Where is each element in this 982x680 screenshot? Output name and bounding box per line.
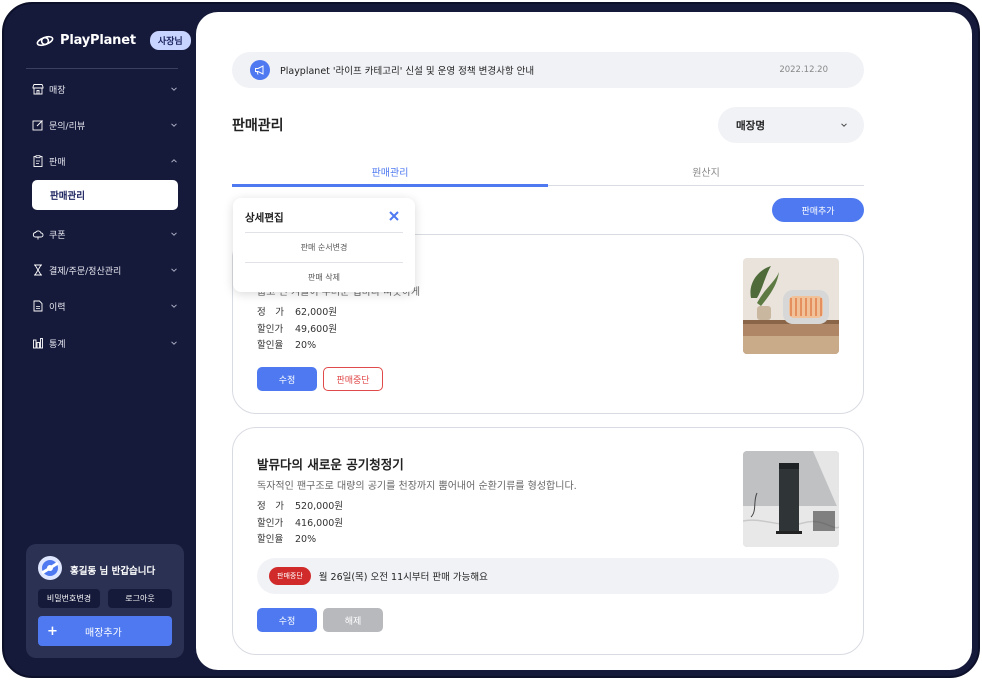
chevron-down-icon xyxy=(171,341,177,345)
chevron-down-icon xyxy=(841,123,847,127)
release-button[interactable]: 해제 xyxy=(323,608,383,632)
brand[interactable]: PlayPlanet 사장님 xyxy=(36,31,191,50)
product-card: 발뮤다의 새로운 공기청정기 독자적인 팬구조로 대량의 공기를 천장까지 뿜어… xyxy=(232,427,864,655)
edit-button[interactable]: 수정 xyxy=(257,367,317,391)
price-value: 416,000원 xyxy=(295,517,344,529)
chevron-up-icon xyxy=(171,159,177,163)
price-value: 62,000원 xyxy=(295,307,337,318)
bar-chart-icon xyxy=(33,338,43,349)
price-row: 할인가 49,600원 xyxy=(257,322,337,339)
chevron-down-icon xyxy=(171,87,177,91)
price-label: 정 가 xyxy=(257,307,284,318)
price-label: 할인율 xyxy=(257,340,284,351)
document-icon xyxy=(33,300,43,312)
sidebar-item-store[interactable]: 매장 xyxy=(32,80,178,98)
sidebar-item-sales[interactable]: 판매 xyxy=(32,152,178,170)
megaphone-icon xyxy=(250,60,270,80)
product-description: 독자적인 팬구조로 대량의 공기를 천장까지 뿜어내어 순환기류를 형성합니다. xyxy=(257,481,577,492)
price-value: 49,600원 xyxy=(295,323,337,335)
price-value: 20% xyxy=(295,340,317,351)
brand-name: PlayPlanet xyxy=(60,33,136,48)
sidebar-item-inquiry-review[interactable]: 문의/리뷰 xyxy=(32,116,178,134)
divider xyxy=(245,232,403,233)
avatar xyxy=(38,556,62,580)
change-password-button[interactable]: 비밀번호변경 xyxy=(38,589,100,608)
store-icon xyxy=(32,84,44,95)
price-label: 할인가 xyxy=(257,323,284,335)
user-card: 홍길동 님 반갑습니다 비밀번호변경 로그아웃 + 매장추가 xyxy=(26,544,184,658)
price-value: 20% xyxy=(295,534,317,545)
planet-logo-icon xyxy=(36,35,54,46)
tab-sales-management[interactable]: 판매관리 xyxy=(232,156,548,187)
edit-icon xyxy=(32,120,43,131)
divider xyxy=(26,68,178,69)
page-title: 판매관리 xyxy=(232,118,284,134)
main-content: Playplanet '라이프 카테고리' 신설 및 운영 정책 변경사항 안내… xyxy=(196,12,972,670)
sidebar-item-label: 통계 xyxy=(49,339,66,350)
notice-date: 2022.12.20 xyxy=(779,65,828,75)
edit-button[interactable]: 수정 xyxy=(257,608,317,632)
price-list: 정 가 62,000원 할인가 49,600원 할인율 20% xyxy=(257,305,337,355)
close-icon[interactable] xyxy=(388,210,400,222)
sale-stopped-banner: 판매중단 월 26일(목) 오전 11시부터 판매 가능해요 xyxy=(257,558,839,594)
app-frame: PlayPlanet 사장님 매장 문의/리뷰 판매 판매관리 쿠폰 결제/주문… xyxy=(2,2,980,678)
tab-origin[interactable]: 원산지 xyxy=(548,156,864,186)
price-row: 할인가 416,000원 xyxy=(257,516,343,533)
price-row: 할인율 20% xyxy=(257,532,343,549)
popup-title: 상세편집 xyxy=(245,212,284,224)
divider xyxy=(245,262,403,263)
sidebar-item-label: 이력 xyxy=(49,302,66,313)
store-select[interactable]: 매장명 xyxy=(718,107,864,143)
stop-sale-button[interactable]: 판매중단 xyxy=(323,367,383,391)
detail-edit-popup: 상세편집 판매 순서변경 판매 삭제 xyxy=(233,198,415,292)
sidebar-item-label: 결제/주문/정산관리 xyxy=(49,266,122,277)
chevron-down-icon xyxy=(171,232,177,236)
sidebar-item-label: 판매 xyxy=(49,157,66,168)
user-greeting: 홍길동 님 반갑습니다 xyxy=(70,566,156,577)
product-title: 발뮤다의 새로운 공기청정기 xyxy=(257,457,404,472)
sidebar-item-label: 쿠폰 xyxy=(49,230,66,241)
sidebar-item-statistics[interactable]: 통계 xyxy=(32,334,178,352)
price-label: 정 가 xyxy=(257,501,284,512)
product-image-heater xyxy=(743,258,839,354)
price-label: 할인율 xyxy=(257,534,284,545)
add-store-button[interactable]: + 매장추가 xyxy=(38,616,172,646)
chevron-down-icon xyxy=(171,268,177,272)
sale-resume-text: 월 26일(목) 오전 11시부터 판매 가능해요 xyxy=(318,572,488,583)
store-select-label: 매장명 xyxy=(736,119,765,132)
add-sale-button[interactable]: 판매추가 xyxy=(772,198,864,222)
tab-bar: 판매관리 원산지 xyxy=(232,156,864,187)
sidebar-subitem-sales-management[interactable]: 판매관리 xyxy=(32,180,178,210)
sidebar-item-label: 문의/리뷰 xyxy=(49,121,86,132)
notice-bar[interactable]: Playplanet '라이프 카테고리' 신설 및 운영 정책 변경사항 안내… xyxy=(232,52,864,88)
price-value: 520,000원 xyxy=(295,501,344,512)
price-list: 정 가 520,000원 할인가 416,000원 할인율 20% xyxy=(257,499,343,549)
sidebar-item-label: 매장 xyxy=(49,85,66,96)
sidebar-item-history[interactable]: 이력 xyxy=(32,297,178,315)
chevron-down-icon xyxy=(171,304,177,308)
sidebar-item-payment-order-settlement[interactable]: 결제/주문/정산관리 xyxy=(32,261,178,279)
reorder-sales-option[interactable]: 판매 순서변경 xyxy=(245,234,403,260)
clipboard-icon xyxy=(33,155,43,167)
role-badge: 사장님 xyxy=(149,31,191,50)
product-image-air-purifier xyxy=(743,451,839,547)
price-label: 할인가 xyxy=(257,517,284,529)
sidebar-item-coupon[interactable]: 쿠폰 xyxy=(32,225,178,243)
logout-button[interactable]: 로그아웃 xyxy=(108,589,172,608)
plus-icon: + xyxy=(47,623,58,639)
status-badge: 판매중단 xyxy=(269,567,311,585)
chevron-down-icon xyxy=(171,123,177,127)
price-row: 정 가 520,000원 xyxy=(257,499,343,516)
cloud-icon xyxy=(32,230,44,240)
notice-text: Playplanet '라이프 카테고리' 신설 및 운영 정책 변경사항 안내 xyxy=(280,66,535,77)
hourglass-icon xyxy=(34,264,42,276)
add-store-label: 매장추가 xyxy=(85,627,122,639)
price-row: 할인율 20% xyxy=(257,338,337,355)
delete-sale-option[interactable]: 판매 삭제 xyxy=(245,264,403,290)
price-row: 정 가 62,000원 xyxy=(257,305,337,322)
sidebar: PlayPlanet 사장님 매장 문의/리뷰 판매 판매관리 쿠폰 결제/주문… xyxy=(4,4,196,676)
